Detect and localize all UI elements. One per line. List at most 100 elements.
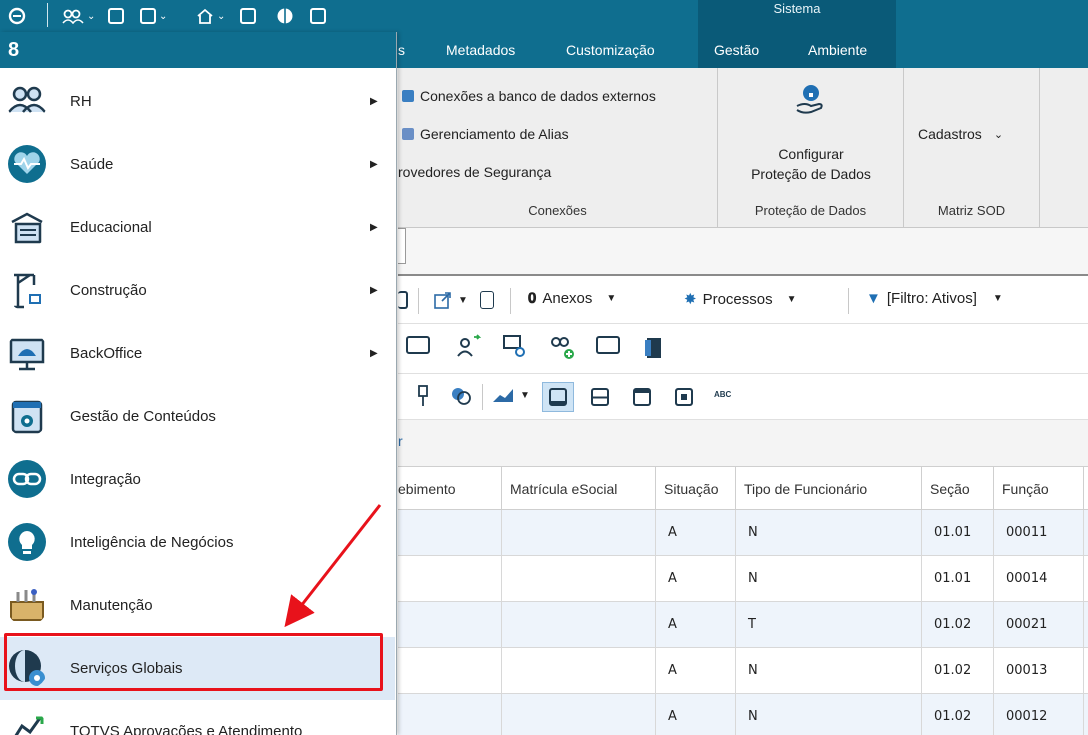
add-users-icon[interactable] [548,334,576,360]
layout-top-button[interactable] [626,382,658,412]
report-icon[interactable] [480,291,494,309]
tab-metadados[interactable]: Metadados [446,32,515,68]
layout-split-button[interactable] [584,382,616,412]
menu-item-label: Serviços Globais [70,660,183,677]
calendar-grid-icon[interactable] [596,336,620,354]
table-cell: A [656,648,736,694]
menu-item-label: RH [70,93,92,110]
user-list-icon[interactable] [502,334,528,360]
anexos-dropdown[interactable]: 𝟎 Anexos ▼ [528,290,616,307]
menu-item-inteligencia-negocios[interactable]: Inteligência de Negócios [0,511,395,574]
table-cell: N [736,694,922,735]
tab-ambiente[interactable]: Ambiente [808,32,867,68]
menu-item-label: Educacional [70,219,152,236]
document-icon[interactable] [108,5,124,27]
table-row[interactable]: A N 01.02 00012 [398,694,1088,735]
column-header[interactable]: Matrícula eSocial [502,467,656,511]
table-row[interactable]: A T 01.02 00021 [398,602,1088,648]
alias-button[interactable]: Gerenciamento de Alias [402,126,569,142]
menu-item-manutencao[interactable]: Manutenção [0,574,395,637]
menu-item-label: Saúde [70,156,114,173]
chevron-right-icon: ▶ [370,348,378,359]
globe-icon[interactable] [276,5,294,27]
menu-item-rh[interactable]: RH ▶ [0,70,395,133]
toolbar-row-1: ▼ 𝟎 Anexos ▼ ✸ Processos ▼ ▼ [Filtro: At… [398,278,1088,324]
menu-item-integracao[interactable]: Integração [0,448,395,511]
column-header[interactable]: Tipo de Funcionário [736,467,922,511]
table-cell: 01.02 [922,648,994,694]
menu-item-saude[interactable]: Saúde ▶ [0,133,395,196]
menu-item-servicos-globais[interactable]: Serviços Globais [0,637,395,700]
abc-button[interactable]: ABC [714,390,731,399]
conexoes-group-label: Conexões [528,203,587,218]
table-cell [398,510,502,556]
ribbon-group-conexoes: Conexões a banco de dados externos Geren… [398,68,718,228]
menu-item-label: BackOffice [70,345,143,362]
menu-icon[interactable]: 8 [8,39,24,61]
window-icon[interactable] [398,291,408,309]
users-menu-icon[interactable]: ⌄ [62,5,95,27]
card-icon[interactable] [406,336,430,354]
exit-icon[interactable] [310,5,326,27]
table-cell [502,648,656,694]
column-header[interactable]: ebimento [398,467,502,511]
menu-item-gestao-conteudos[interactable]: Gestão de Conteúdos [0,385,395,448]
table-row[interactable]: A N 01.01 00011 [398,510,1088,556]
ribbon-group-matriz: Cadastros ⌄ Matriz SOD [904,68,1040,228]
menu-item-backoffice[interactable]: BackOffice ▶ [0,322,395,385]
table-cell: A [656,510,736,556]
calendar-icon[interactable] [240,5,256,27]
shapes-icon[interactable] [450,386,472,406]
cadastros-label: Cadastros [918,126,982,142]
user-transfer-icon[interactable] [456,334,482,360]
filter-icon: ▼ [866,290,881,307]
menu-item-totvs-aprovacoes[interactable]: TOTVS Aprovações e Atendimento [0,700,395,735]
table-row[interactable]: A N 01.01 00014 [398,556,1088,602]
settings-doc-icon[interactable]: ⌄ [140,5,167,27]
menu-item-label: Gestão de Conteúdos [70,408,216,425]
tab-customizacao[interactable]: Customização [566,32,655,68]
protecao-group-label: Proteção de Dados [754,203,867,218]
filtro-dropdown[interactable]: ▼ [Filtro: Ativos] ▼ [866,290,1003,307]
chevron-right-icon: ▶ [370,96,378,107]
totvs-logo-icon[interactable] [8,5,26,27]
title-bar: ⌄ ⌄ ⌄ Sistema [0,0,1088,32]
toolbar-separator [848,288,849,314]
menu-header: 8 [0,32,396,68]
chart-dropdown[interactable]: ▼ [492,386,530,404]
menu-item-label: Integração [70,471,141,488]
tab-gestao[interactable]: Gestão [714,32,759,68]
filter-partial-link[interactable]: r [398,433,403,449]
table-cell [398,602,502,648]
table-cell [502,556,656,602]
column-header[interactable]: Situação [656,467,736,511]
configurar-protecao-button[interactable]: Configurar Proteção de Dados [718,68,904,194]
processos-dropdown[interactable]: ✸ Processos ▼ [684,290,797,309]
people-icon [8,86,46,113]
toolbox-icon [10,589,44,621]
tab-partial[interactable]: s [398,32,405,68]
table-cell: N [736,648,922,694]
globe-gear-icon [9,650,45,686]
menu-item-educacional[interactable]: Educacional ▶ [0,196,395,259]
pin-icon[interactable] [416,384,430,408]
export-icon[interactable]: ▼ [434,291,468,309]
layout-full-button[interactable] [668,382,700,412]
security-providers-button[interactable]: rovedores de Segurança [398,164,551,180]
home-icon[interactable]: ⌄ [196,5,225,27]
table-row[interactable]: A N 01.02 00013 [398,648,1088,694]
table-cell: 00011 [994,510,1084,556]
column-header[interactable]: Função [994,467,1084,511]
layout-bottom-button[interactable] [542,382,574,412]
toolbar-separator [510,288,511,314]
menu-item-construcao[interactable]: Construção ▶ [0,259,395,322]
column-header[interactable]: Seção [922,467,994,511]
cadastros-dropdown[interactable]: Cadastros ⌄ [918,126,1003,142]
address-input[interactable] [398,228,406,264]
conexoes-db-button[interactable]: Conexões a banco de dados externos [402,88,656,104]
book-icon[interactable] [644,336,664,360]
hand-shield-icon [796,85,823,114]
chevron-right-icon: ▶ [370,159,378,170]
menu-item-label: Manutenção [70,597,153,614]
toolbar-separator [418,288,419,314]
